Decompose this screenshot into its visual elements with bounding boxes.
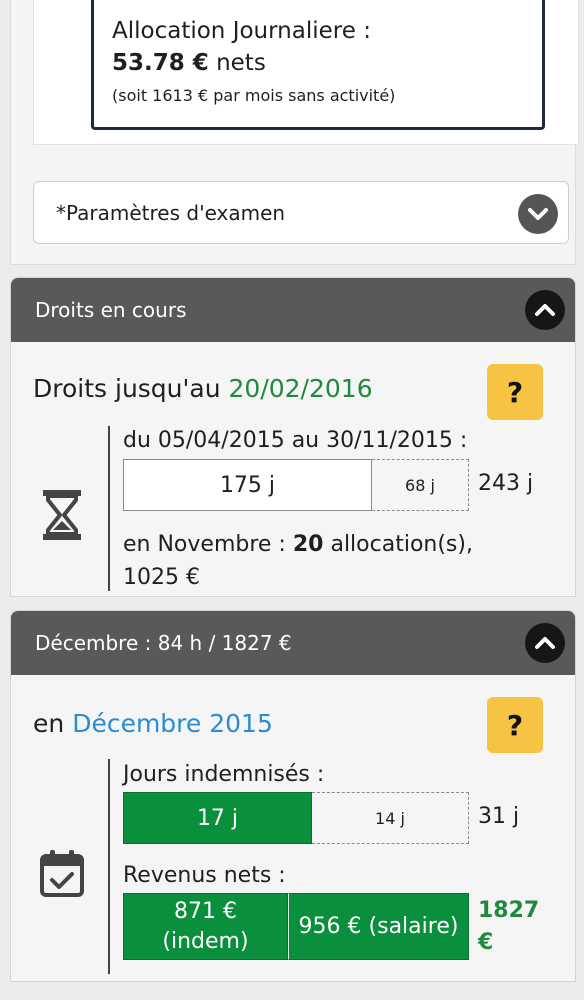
droits-used-segment: 175 j (123, 459, 372, 511)
decembre-income-salary-segment: 956 € (salaire) (288, 893, 469, 960)
decembre-divider (108, 759, 110, 974)
allocation-title: Allocation Journaliere : (112, 18, 371, 44)
decembre-days-other-segment: 14 j (312, 792, 469, 844)
decembre-header[interactable]: Décembre : 84 h / 1827 € (11, 611, 575, 675)
hourglass-icon (39, 488, 85, 542)
droits-header-label: Droits en cours (35, 298, 187, 322)
chevron-up-icon[interactable] (525, 290, 565, 330)
decembre-days-label: Jours indemnisés : (123, 762, 325, 787)
decembre-income-label: Revenus nets : (123, 863, 286, 888)
droits-title: Droits jusqu'au 20/02/2016 (33, 374, 373, 403)
droits-divider (108, 426, 110, 591)
allocation-amount-suffix: nets (208, 50, 266, 76)
droits-title-prefix: Droits jusqu'au (33, 374, 229, 403)
decembre-title: en Décembre 2015 (33, 709, 273, 738)
decembre-income-bar: 871 € (indem) 956 € (salaire) (123, 893, 469, 960)
decembre-help-button[interactable]: ? (487, 697, 543, 753)
droits-period: du 05/04/2015 au 30/11/2015 : (123, 428, 468, 453)
decembre-days-total: 31 j (478, 804, 520, 829)
droits-month-summary: en Novembre : 20 allocation(s), 1025 € (123, 528, 473, 594)
decembre-days-bar: 17 j 14 j (123, 792, 469, 844)
decembre-income-total-value: 1827 (478, 898, 540, 923)
decembre-income-indem-label: (indem) (162, 928, 249, 954)
params-label: *Paramètres d'examen (56, 200, 286, 225)
params-dropdown[interactable]: *Paramètres d'examen (33, 181, 569, 244)
chevron-up-icon[interactable] (525, 623, 565, 663)
decembre-days-paid-segment: 17 j (123, 792, 312, 844)
droits-month-suffix: allocation(s), (323, 532, 473, 557)
allocation-box: Allocation Journaliere : 53.78 € nets (s… (91, 0, 545, 130)
decembre-header-label: Décembre : 84 h / 1827 € (35, 631, 292, 655)
droits-panel: Droits en cours Droits jusqu'au 20/02/20… (10, 277, 576, 597)
droits-progress-bar: 175 j 68 j (123, 459, 469, 511)
allocation-card: Allocation Journaliere : 53.78 € nets (s… (10, 0, 579, 265)
droits-month-amount: 1025 € (123, 565, 200, 590)
decembre-income-total-unit: € (478, 930, 494, 955)
decembre-income-indem-amount: 871 € (174, 898, 237, 924)
decembre-title-prefix: en (33, 709, 73, 738)
droits-month-prefix: en Novembre : (123, 532, 293, 557)
droits-header[interactable]: Droits en cours (11, 278, 575, 342)
allocation-note: (soit 1613 € par mois sans activité) (112, 86, 396, 105)
decembre-panel: Décembre : 84 h / 1827 € en Décembre 201… (10, 610, 576, 982)
calendar-check-icon (39, 849, 85, 903)
allocation-amount-line: 53.78 € nets (112, 47, 524, 79)
droits-total: 243 j (478, 471, 534, 496)
chevron-down-icon[interactable] (518, 194, 558, 234)
allocation-inner: Allocation Journaliere : 53.78 € nets (s… (33, 0, 579, 145)
droits-end-date: 20/02/2016 (228, 374, 373, 403)
allocation-amount: 53.78 € (112, 50, 209, 76)
droits-month-count: 20 (292, 532, 324, 557)
droits-remaining-segment: 68 j (372, 459, 469, 511)
droits-help-button[interactable]: ? (487, 364, 543, 420)
decembre-income-total: 1827 € (478, 895, 539, 959)
decembre-income-indem-segment: 871 € (indem) (123, 893, 288, 960)
decembre-month: Décembre 2015 (72, 709, 273, 738)
